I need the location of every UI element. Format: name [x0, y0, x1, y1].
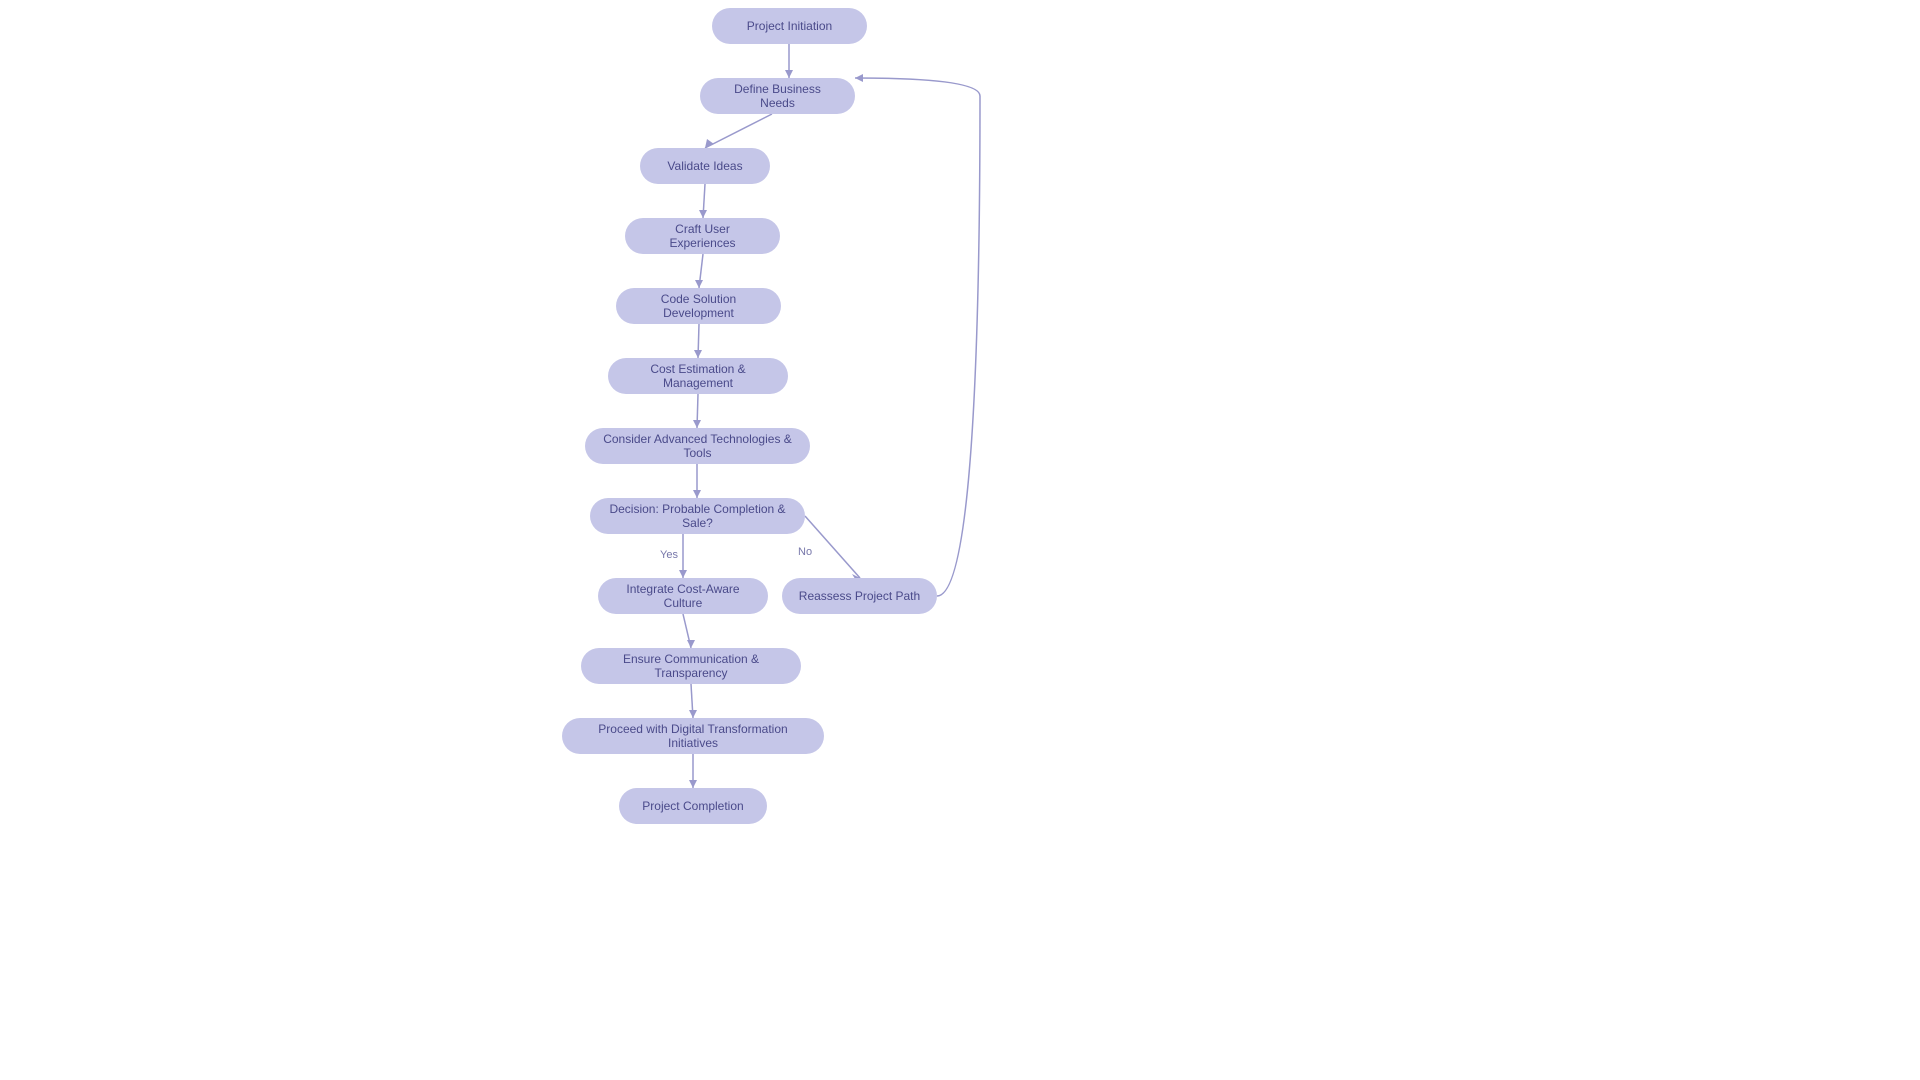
- define-business-needs-node: Define Business Needs: [700, 78, 855, 114]
- integrate-cost-node: Integrate Cost-Aware Culture: [598, 578, 768, 614]
- proceed-digital-node: Proceed with Digital Transformation Init…: [562, 718, 824, 754]
- consider-advanced-node: Consider Advanced Technologies & Tools: [585, 428, 810, 464]
- svg-text:No: No: [798, 546, 812, 558]
- project-completion-node: Project Completion: [619, 788, 767, 824]
- decision-node: Decision: Probable Completion & Sale?: [590, 498, 805, 534]
- code-solution-development-node: Code Solution Development: [616, 288, 781, 324]
- arrows-svg: Yes No: [0, 0, 1920, 1080]
- flowchart: Yes No Project Initiation Define Busines…: [0, 0, 1920, 1080]
- ensure-communication-node: Ensure Communication & Transparency: [581, 648, 801, 684]
- cost-estimation-node: Cost Estimation & Management: [608, 358, 788, 394]
- svg-text:Yes: Yes: [660, 549, 678, 561]
- reassess-node: Reassess Project Path: [782, 578, 937, 614]
- validate-ideas-node: Validate Ideas: [640, 148, 770, 184]
- project-initiation-node: Project Initiation: [712, 8, 867, 44]
- craft-user-experiences-node: Craft User Experiences: [625, 218, 780, 254]
